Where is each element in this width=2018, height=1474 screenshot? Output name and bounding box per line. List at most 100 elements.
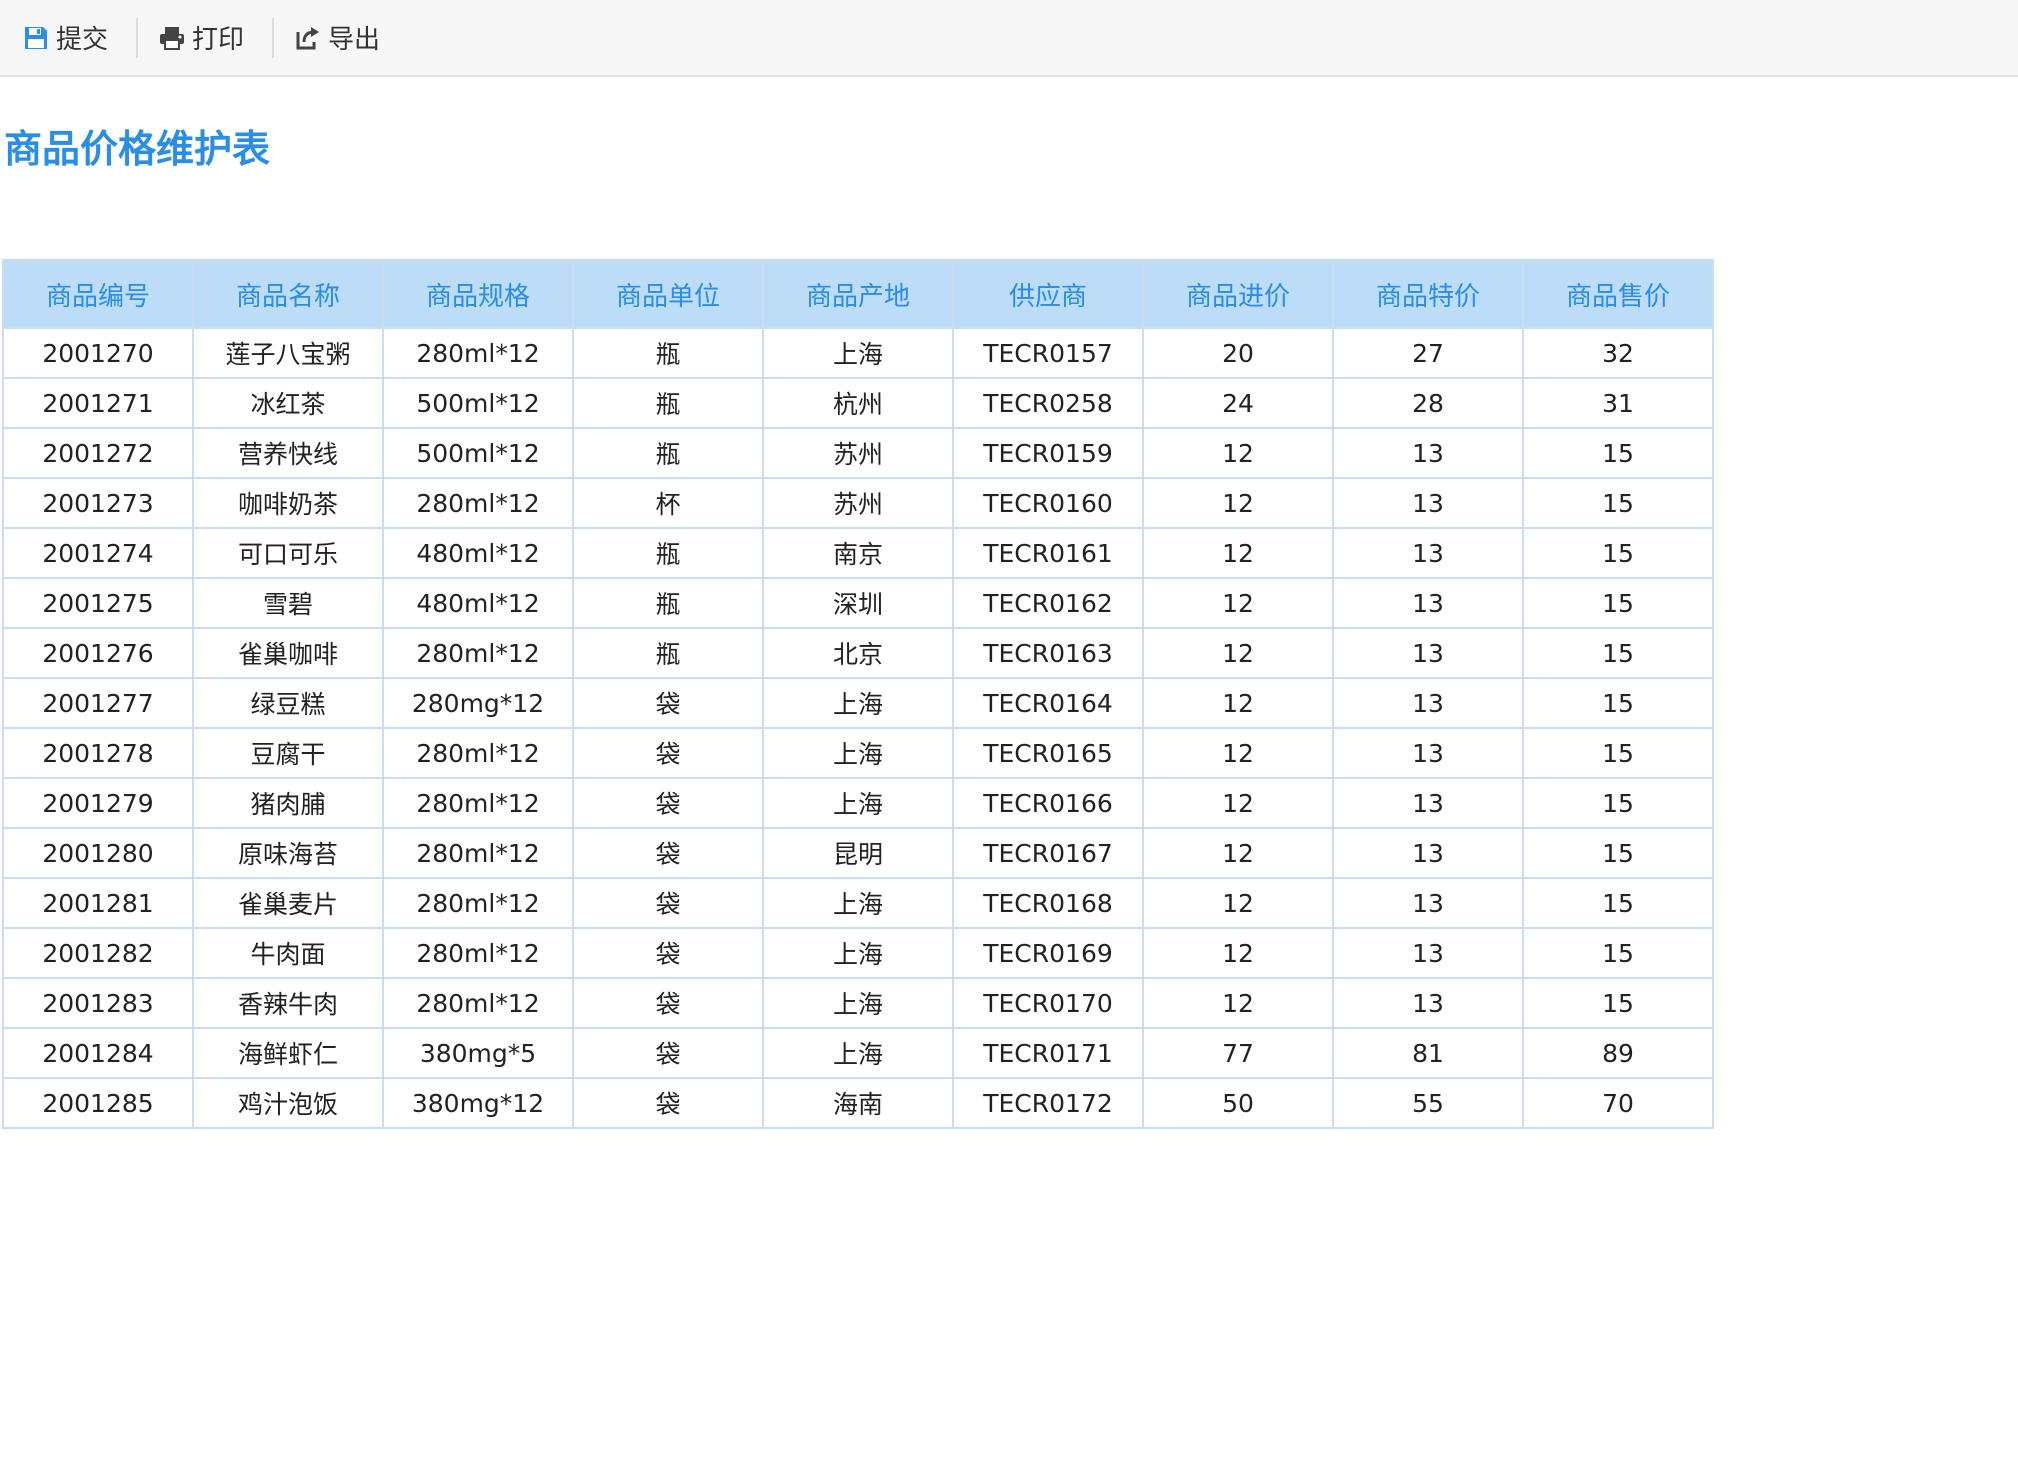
cell-spec[interactable]: 480ml*12 bbox=[382, 527, 574, 579]
cell-special-price[interactable]: 13 bbox=[1332, 927, 1524, 979]
cell-code[interactable]: 2001278 bbox=[2, 727, 194, 779]
cell-code[interactable]: 2001273 bbox=[2, 477, 194, 529]
cell-special-price[interactable]: 13 bbox=[1332, 677, 1524, 729]
cell-sale-price[interactable]: 32 bbox=[1522, 327, 1714, 379]
cell-name[interactable]: 可口可乐 bbox=[192, 527, 384, 579]
cell-code[interactable]: 2001271 bbox=[2, 377, 194, 429]
table-row[interactable]: 2001276 雀巢咖啡 280ml*12 瓶北京 TECR0163 12 13 15 bbox=[2, 627, 1714, 679]
cell-sale-price[interactable]: 70 bbox=[1522, 1077, 1714, 1129]
cell-cost-price[interactable]: 12 bbox=[1142, 927, 1334, 979]
cell-cost-price[interactable]: 12 bbox=[1142, 527, 1334, 579]
table-row[interactable]: 2001274 可口可乐 480ml*12 瓶南京 TECR0161 12 13 15 bbox=[2, 527, 1714, 579]
cell-cost-price[interactable]: 12 bbox=[1142, 977, 1334, 1029]
cell-sale-price[interactable]: 15 bbox=[1522, 827, 1714, 879]
cell-special-price[interactable]: 27 bbox=[1332, 327, 1524, 379]
cell-supplier[interactable]: TECR0168 bbox=[952, 877, 1144, 929]
table-row[interactable]: 2001272 营养快线 500ml*12 瓶苏州 TECR0159 12 13 15 bbox=[2, 427, 1714, 479]
col-header-name[interactable]: 商品名称 bbox=[192, 259, 384, 329]
cell-name[interactable]: 鸡汁泡饭 bbox=[192, 1077, 384, 1129]
cell-origin[interactable]: 上海 bbox=[762, 877, 954, 929]
cell-name[interactable]: 雀巢麦片 bbox=[192, 877, 384, 929]
cell-supplier[interactable]: TECR0169 bbox=[952, 927, 1144, 979]
cell-spec[interactable]: 280ml*12 bbox=[382, 327, 574, 379]
cell-code[interactable]: 2001276 bbox=[2, 627, 194, 679]
cell-origin[interactable]: 昆明 bbox=[762, 827, 954, 879]
cell-supplier[interactable]: TECR0163 bbox=[952, 627, 1144, 679]
cell-cost-price[interactable]: 77 bbox=[1142, 1027, 1334, 1079]
cell-supplier[interactable]: TECR0170 bbox=[952, 977, 1144, 1029]
cell-unit[interactable]: 瓶 bbox=[572, 577, 764, 629]
cell-supplier[interactable]: TECR0164 bbox=[952, 677, 1144, 729]
cell-sale-price[interactable]: 15 bbox=[1522, 977, 1714, 1029]
cell-special-price[interactable]: 55 bbox=[1332, 1077, 1524, 1129]
cell-special-price[interactable]: 13 bbox=[1332, 877, 1524, 929]
cell-sale-price[interactable]: 15 bbox=[1522, 777, 1714, 829]
cell-sale-price[interactable]: 15 bbox=[1522, 677, 1714, 729]
cell-sale-price[interactable]: 15 bbox=[1522, 877, 1714, 929]
cell-special-price[interactable]: 13 bbox=[1332, 777, 1524, 829]
cell-sale-price[interactable]: 89 bbox=[1522, 1027, 1714, 1079]
table-row[interactable]: 2001283 香辣牛肉 280ml*12 袋上海 TECR0170 12 13 15 bbox=[2, 977, 1714, 1029]
cell-unit[interactable]: 瓶 bbox=[572, 527, 764, 579]
cell-supplier[interactable]: TECR0172 bbox=[952, 1077, 1144, 1129]
cell-name[interactable]: 营养快线 bbox=[192, 427, 384, 479]
cell-origin[interactable]: 上海 bbox=[762, 977, 954, 1029]
cell-cost-price[interactable]: 12 bbox=[1142, 427, 1334, 479]
cell-special-price[interactable]: 13 bbox=[1332, 827, 1524, 879]
cell-unit[interactable]: 瓶 bbox=[572, 627, 764, 679]
cell-unit[interactable]: 袋 bbox=[572, 927, 764, 979]
cell-special-price[interactable]: 13 bbox=[1332, 977, 1524, 1029]
cell-cost-price[interactable]: 12 bbox=[1142, 827, 1334, 879]
cell-name[interactable]: 豆腐干 bbox=[192, 727, 384, 779]
cell-code[interactable]: 2001283 bbox=[2, 977, 194, 1029]
cell-origin[interactable]: 苏州 bbox=[762, 477, 954, 529]
cell-name[interactable]: 香辣牛肉 bbox=[192, 977, 384, 1029]
export-button[interactable]: 导出 bbox=[294, 16, 398, 60]
cell-origin[interactable]: 上海 bbox=[762, 1027, 954, 1079]
cell-code[interactable]: 2001279 bbox=[2, 777, 194, 829]
cell-spec[interactable]: 280ml*12 bbox=[382, 977, 574, 1029]
cell-code[interactable]: 2001272 bbox=[2, 427, 194, 479]
cell-spec[interactable]: 380mg*5 bbox=[382, 1027, 574, 1079]
cell-code[interactable]: 2001282 bbox=[2, 927, 194, 979]
cell-cost-price[interactable]: 12 bbox=[1142, 577, 1334, 629]
cell-name[interactable]: 咖啡奶茶 bbox=[192, 477, 384, 529]
table-row[interactable]: 2001282 牛肉面 280ml*12 袋上海 TECR0169 12 13 15 bbox=[2, 927, 1714, 979]
cell-origin[interactable]: 上海 bbox=[762, 677, 954, 729]
cell-spec[interactable]: 480ml*12 bbox=[382, 577, 574, 629]
cell-unit[interactable]: 瓶 bbox=[572, 377, 764, 429]
cell-unit[interactable]: 袋 bbox=[572, 827, 764, 879]
table-row[interactable]: 2001279 猪肉脯 280ml*12 袋上海 TECR0166 12 13 15 bbox=[2, 777, 1714, 829]
cell-origin[interactable]: 上海 bbox=[762, 727, 954, 779]
col-header-spec[interactable]: 商品规格 bbox=[382, 259, 574, 329]
cell-supplier[interactable]: TECR0166 bbox=[952, 777, 1144, 829]
cell-spec[interactable]: 380mg*12 bbox=[382, 1077, 574, 1129]
cell-spec[interactable]: 280ml*12 bbox=[382, 827, 574, 879]
cell-supplier[interactable]: TECR0165 bbox=[952, 727, 1144, 779]
cell-unit[interactable]: 袋 bbox=[572, 1027, 764, 1079]
col-header-special-price[interactable]: 商品特价 bbox=[1332, 259, 1524, 329]
cell-sale-price[interactable]: 15 bbox=[1522, 627, 1714, 679]
cell-cost-price[interactable]: 12 bbox=[1142, 477, 1334, 529]
cell-unit[interactable]: 袋 bbox=[572, 727, 764, 779]
cell-code[interactable]: 2001274 bbox=[2, 527, 194, 579]
table-row[interactable]: 2001271 冰红茶 500ml*12 瓶杭州 TECR0258 24 28 31 bbox=[2, 377, 1714, 429]
cell-origin[interactable]: 南京 bbox=[762, 527, 954, 579]
cell-cost-price[interactable]: 20 bbox=[1142, 327, 1334, 379]
cell-origin[interactable]: 杭州 bbox=[762, 377, 954, 429]
cell-supplier[interactable]: TECR0161 bbox=[952, 527, 1144, 579]
cell-supplier[interactable]: TECR0159 bbox=[952, 427, 1144, 479]
table-row[interactable]: 2001281 雀巢麦片 280ml*12 袋上海 TECR0168 12 13 15 bbox=[2, 877, 1714, 929]
cell-code[interactable]: 2001281 bbox=[2, 877, 194, 929]
cell-origin[interactable]: 深圳 bbox=[762, 577, 954, 629]
cell-special-price[interactable]: 13 bbox=[1332, 627, 1524, 679]
cell-special-price[interactable]: 13 bbox=[1332, 477, 1524, 529]
cell-name[interactable]: 海鲜虾仁 bbox=[192, 1027, 384, 1079]
cell-spec[interactable]: 500ml*12 bbox=[382, 427, 574, 479]
cell-name[interactable]: 原味海苔 bbox=[192, 827, 384, 879]
table-row[interactable]: 2001270 莲子八宝粥 280ml*12 瓶上海 TECR0157 20 27 32 bbox=[2, 327, 1714, 379]
cell-supplier[interactable]: TECR0160 bbox=[952, 477, 1144, 529]
cell-name[interactable]: 绿豆糕 bbox=[192, 677, 384, 729]
cell-spec[interactable]: 280ml*12 bbox=[382, 727, 574, 779]
cell-name[interactable]: 雪碧 bbox=[192, 577, 384, 629]
